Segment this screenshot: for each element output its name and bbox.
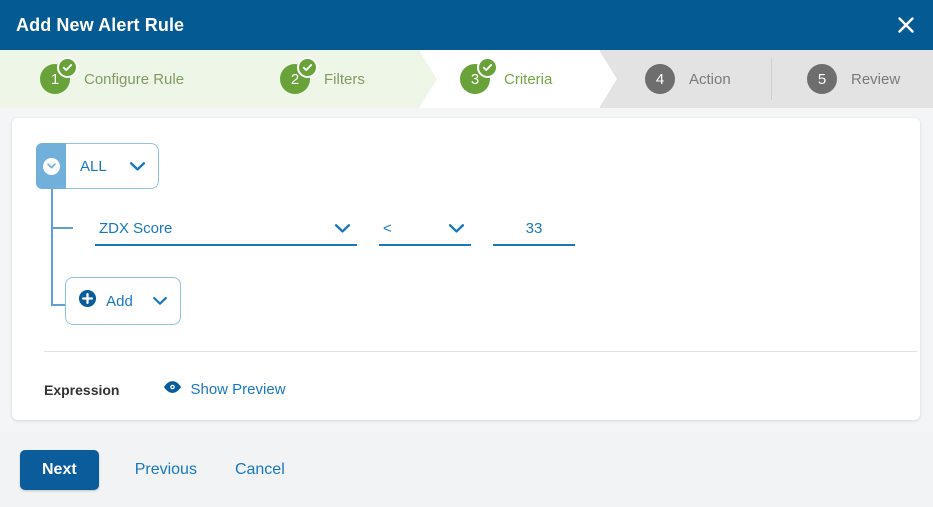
dialog-title-bar: Add New Alert Rule (0, 0, 933, 50)
group-collapse-handle[interactable] (36, 143, 66, 189)
cancel-button[interactable]: Cancel (229, 460, 291, 480)
step-number-badge: 5 (807, 64, 837, 94)
step-number: 5 (817, 70, 827, 88)
step-number-badge: 1 (40, 57, 78, 94)
tree-connector-vertical (51, 186, 53, 306)
step-filters[interactable]: 2 Filters (240, 50, 437, 108)
next-button[interactable]: Next (20, 449, 99, 490)
expression-row: Expression Show Preview (44, 380, 286, 399)
wizard-stepper: 1 Configure Rule 2 Filters 3 Criteria 4 … (0, 50, 933, 108)
threshold-value-input[interactable]: 33 (493, 212, 575, 246)
previous-button[interactable]: Previous (129, 460, 203, 480)
step-label: Action (689, 70, 731, 88)
metric-select[interactable]: ZDX Score (95, 212, 357, 246)
collapse-caret-icon (42, 157, 60, 175)
step-chevron-tip (599, 50, 617, 108)
alert-rule-dialog: Add New Alert Rule 1 Configure Rule 2 Fi… (0, 0, 933, 507)
group-operator-select[interactable]: ALL (66, 143, 159, 189)
criteria-condition-row: ZDX Score < 33 (95, 212, 575, 246)
criteria-group-node: ALL (36, 143, 159, 189)
group-operator-value: ALL (80, 157, 107, 175)
step-number-badge: 4 (645, 64, 675, 94)
metric-value: ZDX Score (99, 219, 173, 237)
step-chevron-tip (419, 50, 437, 108)
check-icon (477, 57, 498, 78)
expression-label: Expression (44, 381, 120, 398)
check-icon (57, 57, 78, 78)
step-action[interactable]: 4 Action (600, 50, 772, 108)
step-label: Filters (324, 70, 365, 88)
threshold-value: 33 (525, 219, 543, 237)
step-review[interactable]: 5 Review (772, 50, 933, 108)
chevron-down-icon (448, 223, 465, 234)
chevron-down-icon (129, 161, 146, 172)
add-button-label: Add (106, 292, 133, 310)
step-number: 4 (655, 70, 665, 88)
dialog-title: Add New Alert Rule (16, 14, 185, 35)
chevron-down-icon (152, 296, 168, 306)
eye-icon (163, 380, 182, 399)
show-preview-label: Show Preview (190, 381, 286, 398)
step-number-badge: 2 (280, 57, 318, 94)
close-icon[interactable] (889, 8, 923, 42)
chevron-down-icon (334, 223, 351, 234)
tree-connector-branch-condition (51, 227, 73, 229)
step-label: Configure Rule (84, 70, 185, 88)
show-preview-link[interactable]: Show Preview (163, 380, 286, 399)
check-icon (297, 57, 318, 78)
step-label: Review (851, 70, 901, 88)
operator-value: < (383, 219, 392, 237)
plus-circle-icon (78, 289, 97, 313)
dialog-footer: Next Previous Cancel (0, 432, 933, 507)
step-criteria[interactable]: 3 Criteria (420, 50, 617, 108)
add-condition-button[interactable]: Add (65, 277, 181, 325)
card-divider (44, 351, 917, 352)
step-label: Criteria (504, 70, 553, 88)
criteria-card: ALL ZDX Score < 33 Add Expression Show P… (12, 118, 920, 420)
operator-select[interactable]: < (379, 212, 471, 246)
step-configure-rule[interactable]: 1 Configure Rule (0, 50, 240, 108)
step-number-badge: 3 (460, 57, 498, 94)
